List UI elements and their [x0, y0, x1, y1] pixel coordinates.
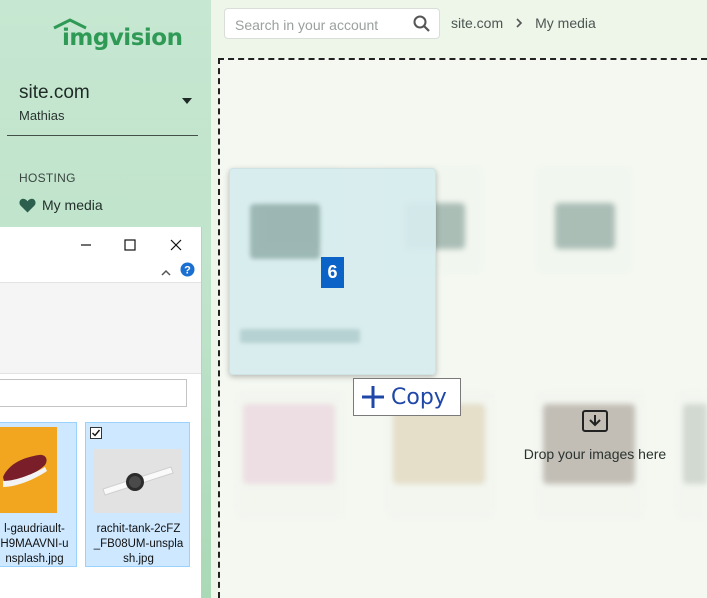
sidebar-divider: [7, 135, 198, 136]
download-tray-icon: [582, 410, 608, 432]
chevron-down-icon[interactable]: [182, 98, 192, 104]
ribbon-panel: [0, 282, 201, 374]
heart-icon: [19, 198, 36, 212]
file-name-line: sh.jpg: [123, 553, 154, 565]
search-icon[interactable]: [413, 15, 431, 38]
file-thumbnail: [93, 449, 181, 513]
chevron-up-icon[interactable]: [161, 264, 171, 282]
file-checkbox[interactable]: [90, 427, 102, 439]
file-name-line: l-gaudriault-: [4, 523, 65, 535]
address-bar[interactable]: [0, 379, 187, 407]
drag-ghost-row: [240, 329, 360, 343]
file-name-line: nsplash.jpg: [5, 553, 64, 565]
minimize-icon[interactable]: [76, 235, 96, 255]
file-item[interactable]: l-gaudriault- H9MAAVNI-u nsplash.jpg: [0, 422, 77, 567]
breadcrumb: site.com My media: [451, 15, 596, 31]
site-switcher-name[interactable]: site.com: [19, 82, 90, 104]
file-item[interactable]: rachit-tank-2cFZ _FB08UM-unspla sh.jpg: [85, 422, 190, 567]
search-box[interactable]: [224, 8, 440, 39]
svg-text:?: ?: [184, 265, 191, 277]
breadcrumb-item-site[interactable]: site.com: [451, 15, 503, 31]
ribbon-tabs: ?: [0, 258, 201, 282]
drop-hint-text: Drop your images here: [523, 446, 667, 462]
site-switcher-user: Mathias: [19, 108, 65, 123]
drop-hint: Drop your images here: [515, 409, 675, 462]
sidebar-item-my-media[interactable]: My media: [19, 195, 103, 215]
chevron-right-icon: [515, 15, 523, 31]
file-name-line: _FB08UM-unspla: [93, 538, 184, 550]
copy-tooltip: Copy: [353, 378, 461, 416]
file-explorer-window: ? l-gaudriault- H9MAAVNI-u nsplash.jpg r…: [0, 227, 202, 598]
imgvision-logo[interactable]: imgvision: [50, 18, 183, 56]
media-tile: [675, 390, 707, 520]
copy-label: Copy: [391, 384, 447, 410]
search-input[interactable]: [233, 15, 412, 35]
file-name-line: H9MAAVNI-u: [0, 538, 69, 550]
breadcrumb-item-my-media: My media: [535, 15, 596, 31]
sidebar-item-label: My media: [42, 197, 103, 213]
drag-count-badge: 6: [321, 257, 344, 288]
plus-icon: [362, 386, 384, 408]
media-tile: [235, 390, 345, 520]
help-icon[interactable]: ?: [180, 262, 195, 282]
maximize-icon[interactable]: [120, 235, 140, 255]
logo-text: imgvision: [62, 25, 183, 51]
file-name-line: rachit-tank-2cFZ: [96, 523, 181, 535]
section-label-hosting: HOSTING: [19, 171, 76, 185]
close-icon[interactable]: [166, 235, 186, 255]
file-thumbnail: [0, 427, 57, 513]
drag-ghost-folder: [250, 204, 320, 259]
folder-card: [535, 165, 633, 275]
